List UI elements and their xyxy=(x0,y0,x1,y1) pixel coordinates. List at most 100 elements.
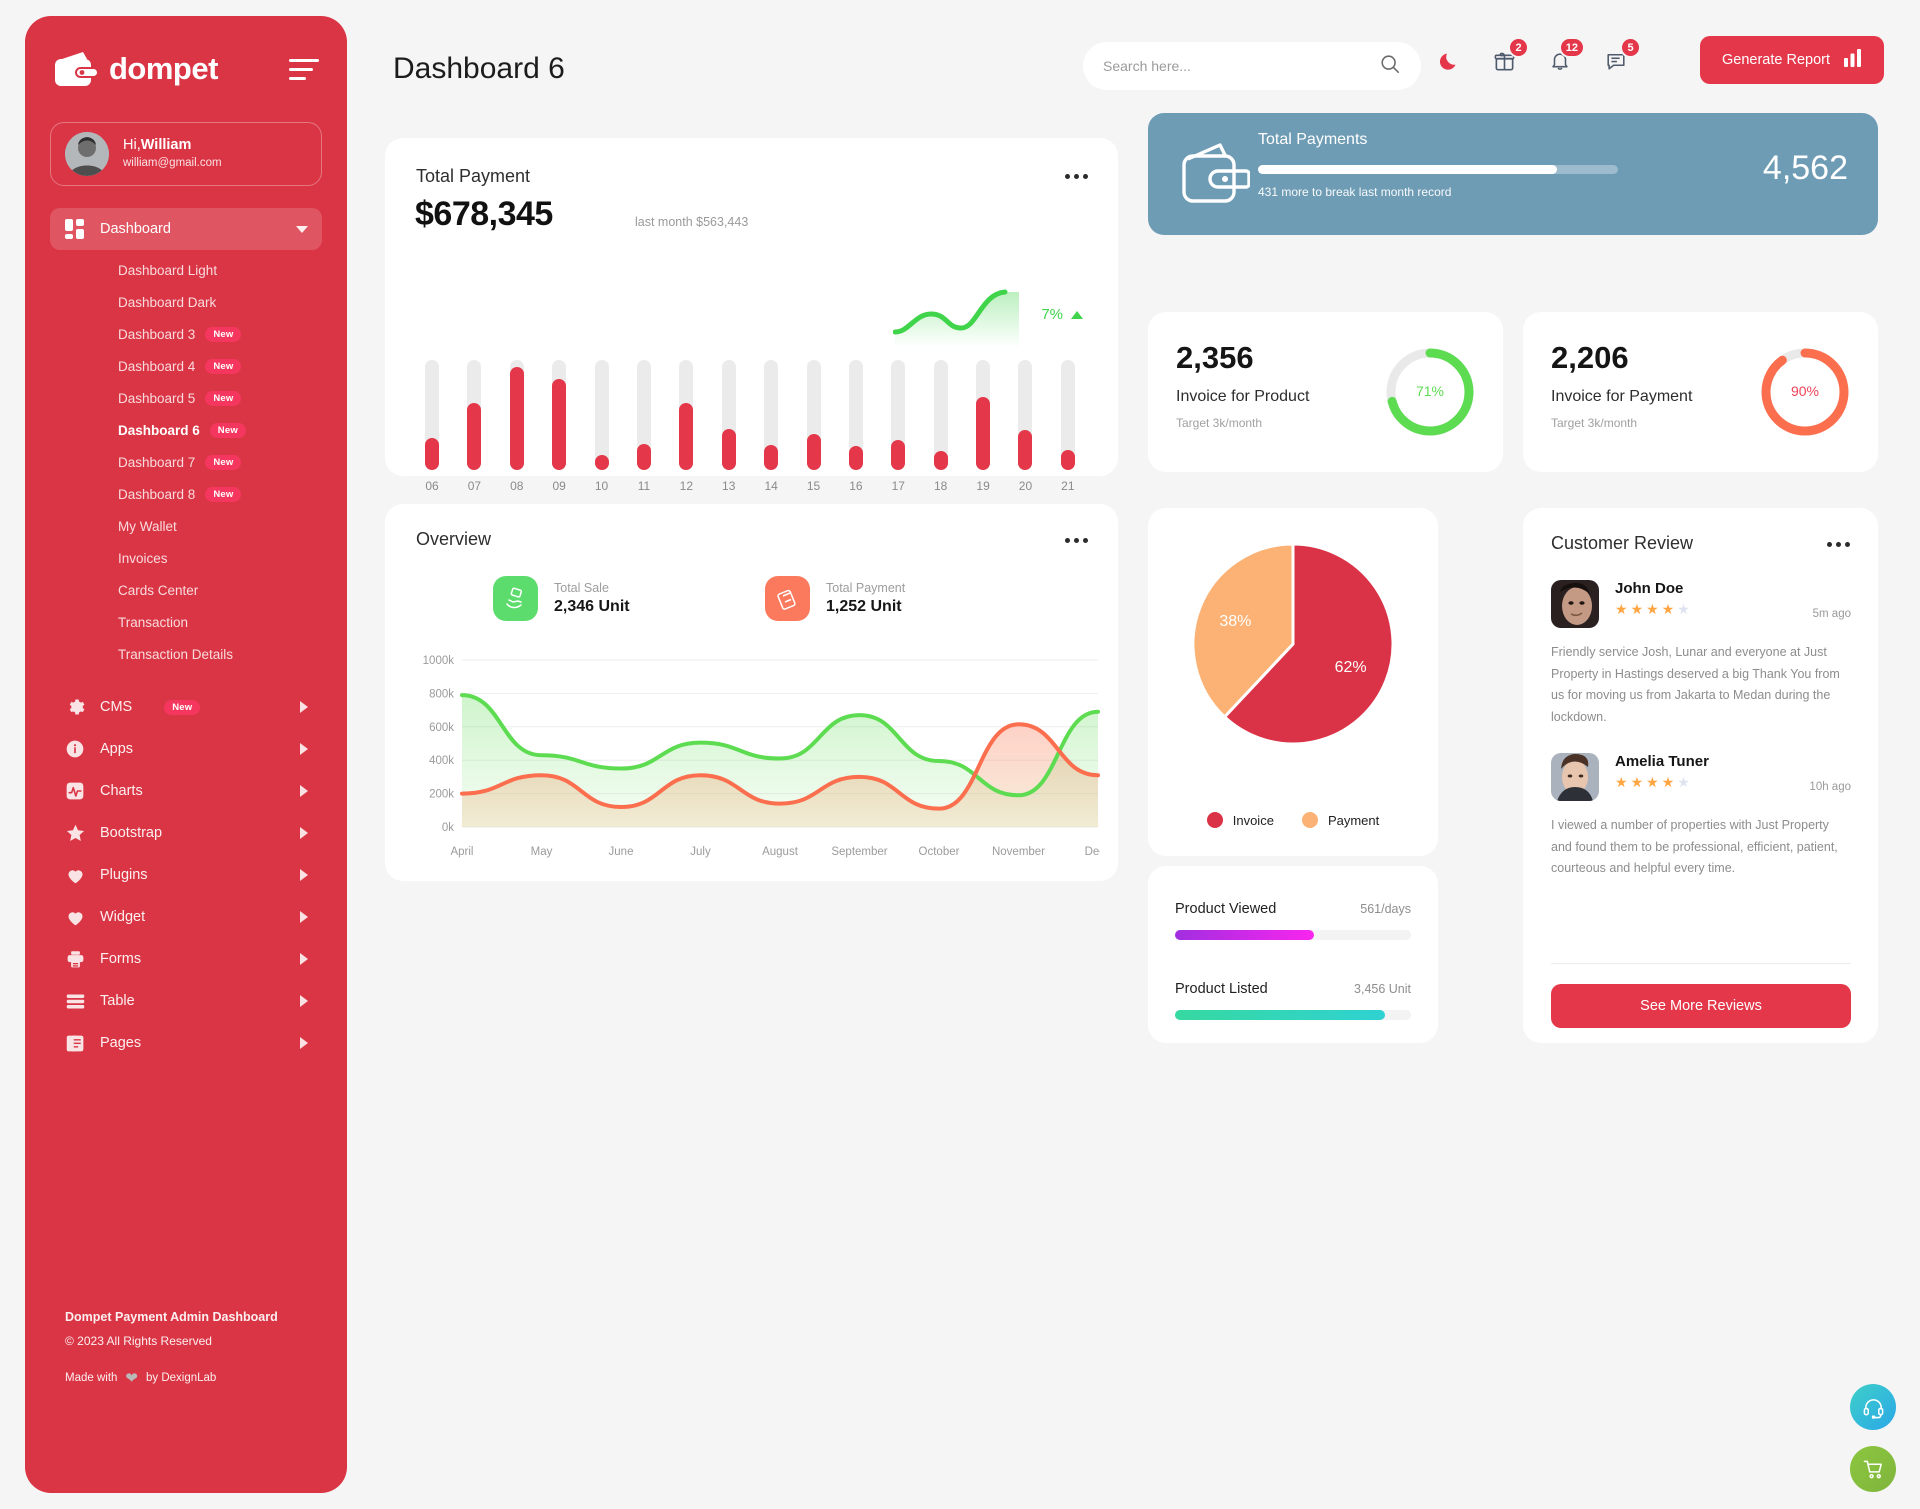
star-icon: ★ xyxy=(1630,601,1644,617)
sidebar-subitem-my-wallet[interactable]: My Wallet xyxy=(25,510,347,542)
bar-label: 16 xyxy=(849,479,863,493)
sparkline-chart xyxy=(892,286,1023,353)
sidebar-subitem-dashboard-5[interactable]: Dashboard 5 New xyxy=(25,382,347,414)
chevron-right-icon xyxy=(300,953,308,965)
invoice-number: 2,356 xyxy=(1176,340,1254,375)
sidebar-item-charts[interactable]: Charts xyxy=(50,770,322,812)
product-listed-row: Product Listed 3,456 Unit xyxy=(1175,981,1411,1020)
trend-up-icon xyxy=(1071,310,1083,319)
sidebar-subitem-dashboard-6[interactable]: Dashboard 6 New xyxy=(25,414,347,446)
bar-track xyxy=(976,360,991,470)
header-icon-group: 2 12 5 xyxy=(1435,37,1641,76)
sidebar-item-apps[interactable]: Apps xyxy=(50,728,322,770)
chevron-right-icon xyxy=(300,743,308,755)
progress-fill xyxy=(1175,930,1315,940)
gift-icon[interactable]: 2 xyxy=(1491,37,1529,76)
review-time: 10h ago xyxy=(1809,781,1851,793)
sidebar-item-forms[interactable]: Forms xyxy=(50,938,322,980)
svg-text:400k: 400k xyxy=(429,755,454,767)
overview-stat-total-payment: Total Payment 1,252 Unit xyxy=(765,576,905,621)
bar-label: 12 xyxy=(679,479,694,493)
sidebar-subitem-dashboard-4[interactable]: Dashboard 4 New xyxy=(25,350,347,382)
message-icon[interactable]: 5 xyxy=(1603,37,1641,76)
sidebar-subitem-dashboard-light[interactable]: Dashboard Light xyxy=(25,254,347,286)
invoice-label: Invoice for Product xyxy=(1176,388,1310,405)
sidebar-item-plugins[interactable]: Plugins xyxy=(50,854,322,896)
invoice-product-card: 2,356 Invoice for Product Target 3k/mont… xyxy=(1148,312,1503,472)
sidebar-item-label: Charts xyxy=(100,783,143,799)
bar-column xyxy=(509,360,524,470)
bar-column xyxy=(552,360,567,470)
avatar xyxy=(65,132,109,176)
subitem-label: Dashboard Light xyxy=(118,262,218,278)
bar-track xyxy=(806,360,821,470)
subitem-label: Invoices xyxy=(118,550,168,566)
sidebar-item-label: Table xyxy=(100,993,135,1009)
badge-new: New xyxy=(205,358,242,374)
sidebar-item-dashboard[interactable]: Dashboard xyxy=(50,208,322,250)
bar-fill xyxy=(933,451,948,470)
badge-new: New xyxy=(164,699,201,715)
dashboard-page: dompet Hi,William william@gmail.com Dash… xyxy=(0,0,1920,1509)
more-options-icon[interactable] xyxy=(1827,542,1850,547)
pie-chart: 62% 38% xyxy=(1148,536,1438,752)
sidebar-item-cms[interactable]: CMS New xyxy=(50,686,322,728)
gauge-percent: 71% xyxy=(1415,383,1445,399)
support-headset-icon[interactable] xyxy=(1850,1384,1896,1430)
bell-icon[interactable]: 12 xyxy=(1547,37,1585,76)
svg-text:July: July xyxy=(690,846,711,858)
sidebar-item-table[interactable]: Table xyxy=(50,980,322,1022)
stat-value: 1,252 Unit xyxy=(826,598,902,615)
sidebar-brand[interactable]: dompet xyxy=(25,16,347,88)
bar-column xyxy=(679,360,694,470)
bar-fill xyxy=(806,433,821,470)
star-icon: ★ xyxy=(1677,601,1690,617)
svg-text:April: April xyxy=(450,846,473,858)
see-more-reviews-button[interactable]: See More Reviews xyxy=(1551,984,1851,1028)
chevron-right-icon xyxy=(300,995,308,1007)
sidebar-item-pages[interactable]: Pages xyxy=(50,1022,322,1064)
progress-fill xyxy=(1175,1010,1386,1020)
svg-text:62%: 62% xyxy=(1335,659,1367,676)
bar-column xyxy=(764,360,779,470)
sidebar-item-widget[interactable]: Widget xyxy=(50,896,322,938)
sidebar-subitem-transaction[interactable]: Transaction xyxy=(25,606,347,638)
banner-title: Total Payments xyxy=(1258,131,1368,148)
sidebar-subitem-cards-center[interactable]: Cards Center xyxy=(25,574,347,606)
bar-track xyxy=(594,360,609,470)
search-bar[interactable] xyxy=(1083,42,1421,90)
overview-stat-total-sale: Total Sale 2,346 Unit xyxy=(493,576,630,621)
brand-name: dompet xyxy=(109,51,218,86)
sidebar-subitem-dashboard-dark[interactable]: Dashboard Dark xyxy=(25,286,347,318)
sidebar-subitem-invoices[interactable]: Invoices xyxy=(25,542,347,574)
total-payments-banner: Total Payments 431 more to break last mo… xyxy=(1148,113,1878,235)
bar-chart-icon xyxy=(1844,49,1862,71)
shopping-cart-icon[interactable] xyxy=(1850,1446,1896,1492)
sidebar-subitem-dashboard-3[interactable]: Dashboard 3 New xyxy=(25,318,347,350)
stat-value: 2,346 Unit xyxy=(554,598,630,615)
profile-name: William xyxy=(140,137,192,154)
svg-text:1000k: 1000k xyxy=(423,655,455,667)
wallet-icon xyxy=(53,50,97,88)
search-input[interactable] xyxy=(1103,58,1379,74)
sidebar-subitem-dashboard-8[interactable]: Dashboard 8 New xyxy=(25,478,347,510)
banner-progress-fill xyxy=(1258,165,1557,174)
bar-column xyxy=(636,360,651,470)
sidebar-subitem-transaction-details[interactable]: Transaction Details xyxy=(25,638,347,670)
printer-icon xyxy=(64,948,86,970)
generate-report-button[interactable]: Generate Report xyxy=(1700,36,1885,84)
sidebar-item-bootstrap[interactable]: Bootstrap xyxy=(50,812,322,854)
generate-report-label: Generate Report xyxy=(1722,52,1831,68)
info-icon xyxy=(64,738,86,760)
more-options-icon[interactable] xyxy=(1065,538,1088,543)
bar-track xyxy=(933,360,948,470)
more-options-icon[interactable] xyxy=(1065,174,1088,179)
svg-text:800k: 800k xyxy=(429,688,454,700)
sidebar-subitem-dashboard-7[interactable]: Dashboard 7 New xyxy=(25,446,347,478)
user-profile[interactable]: Hi,William william@gmail.com xyxy=(50,122,322,186)
star-icon: ★ xyxy=(1615,774,1628,790)
moon-icon[interactable] xyxy=(1435,46,1461,76)
legend-swatch xyxy=(1206,812,1223,828)
hamburger-icon[interactable] xyxy=(289,58,319,80)
search-icon[interactable] xyxy=(1379,53,1401,80)
